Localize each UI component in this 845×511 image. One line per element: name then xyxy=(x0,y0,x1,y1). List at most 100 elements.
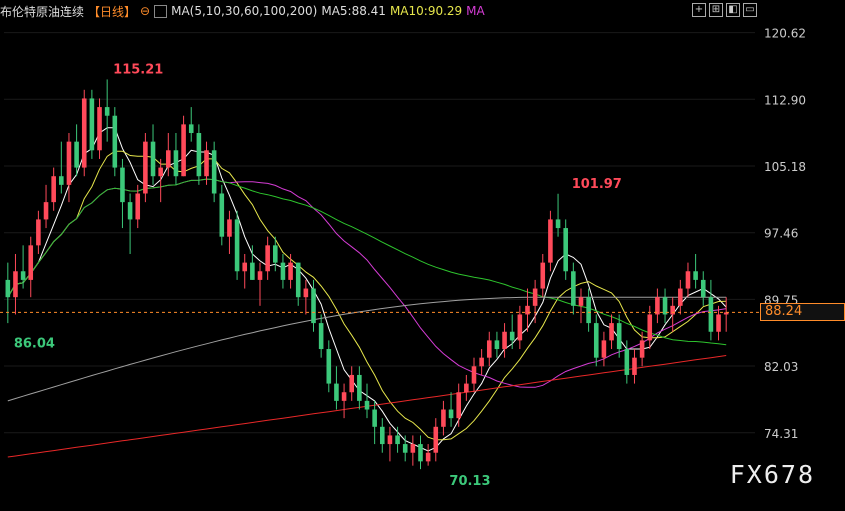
crosshair-icon[interactable]: + xyxy=(692,3,706,17)
instrument-title: 布伦特原油连续 xyxy=(0,4,85,19)
candle-body xyxy=(20,271,26,280)
candle-body xyxy=(181,124,186,177)
y-tick-label: 112.90 xyxy=(764,93,806,107)
candle-body xyxy=(425,452,431,462)
candle-body xyxy=(13,271,18,298)
candle-body xyxy=(502,331,507,350)
candle-body xyxy=(716,314,721,332)
candle-body xyxy=(479,357,484,367)
candle-body xyxy=(89,98,95,151)
candle-body xyxy=(334,383,339,401)
candle-body xyxy=(402,444,408,453)
candle-body xyxy=(494,340,500,350)
y-tick-label: 105.18 xyxy=(764,160,806,174)
candle-body xyxy=(135,193,141,220)
indicator-icon[interactable] xyxy=(154,4,168,18)
candle-body xyxy=(379,426,385,445)
candle-body xyxy=(288,262,293,280)
candle-body xyxy=(387,435,393,445)
candle-body xyxy=(548,219,553,263)
candle-body xyxy=(250,262,255,280)
ma5-value: MA5:88.41 xyxy=(321,4,386,18)
candle-body xyxy=(364,400,370,410)
y-tick-label: 97.46 xyxy=(764,227,798,241)
candle-body xyxy=(74,141,79,168)
candle-body xyxy=(36,219,41,246)
candle-body xyxy=(509,331,515,341)
candle-body xyxy=(632,357,637,375)
candle-body xyxy=(609,323,614,341)
candle-body xyxy=(173,150,179,177)
ma10-value: MA10:90.29 xyxy=(389,4,463,18)
candle-body xyxy=(28,245,34,280)
period-label[interactable]: 【日线】 xyxy=(88,3,136,20)
candle-body xyxy=(5,279,11,298)
candle-body xyxy=(586,297,591,324)
price-annotation: 86.04 xyxy=(14,336,55,351)
candle-body xyxy=(448,409,454,419)
candle-body xyxy=(647,314,653,341)
candle-body xyxy=(280,262,286,280)
ma-more-value: MA xyxy=(466,4,485,18)
candle-body xyxy=(204,150,209,177)
candle-body xyxy=(456,392,461,419)
candle-body xyxy=(150,141,156,177)
candle-body xyxy=(693,271,698,280)
candle-body xyxy=(433,426,439,453)
candle-body xyxy=(486,340,492,358)
candle-body xyxy=(97,107,102,151)
candle-body xyxy=(66,141,72,185)
candle-body xyxy=(273,245,278,263)
candle-body xyxy=(555,219,561,229)
candle-body xyxy=(158,167,163,177)
candle-body xyxy=(211,150,217,194)
zoom-in-icon[interactable]: ⊞ xyxy=(709,3,723,17)
settings-icon[interactable]: ⊖ xyxy=(140,4,150,18)
candle-body xyxy=(601,340,607,358)
candle-body xyxy=(540,262,546,289)
candle-body xyxy=(662,297,668,315)
candle-body xyxy=(326,349,332,384)
candle-body xyxy=(532,288,538,306)
candle-body xyxy=(219,193,225,237)
candle-body xyxy=(471,366,477,384)
candle-body xyxy=(678,288,683,306)
candle-body xyxy=(120,167,125,203)
chart-header: 布伦特原油连续 【日线】 ⊖ MA(5,10,30,60,100,200) MA… xyxy=(0,2,489,20)
y-axis: 120.62112.90105.1897.4689.7582.0374.31 xyxy=(764,27,806,441)
candle-body xyxy=(418,444,423,462)
ma-params[interactable]: MA(5,10,30,60,100,200) xyxy=(171,4,317,18)
candle-body xyxy=(234,219,240,272)
candlestick-chart: 115.21 101.97 86.04 70.13 120.62 112.90 105.1… xyxy=(0,27,806,489)
candle-body xyxy=(517,314,523,341)
grid-lines xyxy=(4,32,755,434)
candle-body xyxy=(166,150,171,168)
candle-body xyxy=(188,124,194,134)
candle-body xyxy=(318,323,324,350)
candle-body xyxy=(616,323,622,350)
candle-body xyxy=(655,297,660,315)
candle-body xyxy=(104,107,110,116)
candle-body xyxy=(670,305,675,315)
y-tick-label: 74.31 xyxy=(764,427,798,441)
candle-body xyxy=(395,435,400,445)
candle-body xyxy=(685,271,691,289)
candle-body xyxy=(410,444,416,453)
candle-body xyxy=(372,409,377,427)
expand-icon[interactable]: ▭ xyxy=(743,3,757,17)
step-icon[interactable]: ◧ xyxy=(726,3,740,17)
candle-body xyxy=(265,245,270,272)
current-price-tag: 88.24 xyxy=(760,303,845,322)
candle-body xyxy=(81,98,87,168)
candles xyxy=(5,79,729,470)
candle-body xyxy=(242,262,248,272)
price-annotation: 101.97 xyxy=(572,177,622,192)
candle-body xyxy=(43,202,49,220)
candle-body xyxy=(303,288,309,298)
current-price-value: 88.24 xyxy=(765,304,803,320)
toolbar: + ⊞ ◧ ▭ xyxy=(692,3,757,17)
candle-body xyxy=(708,297,714,332)
candle-body xyxy=(143,141,148,194)
candle-body xyxy=(571,271,576,306)
candle-body xyxy=(639,340,645,358)
